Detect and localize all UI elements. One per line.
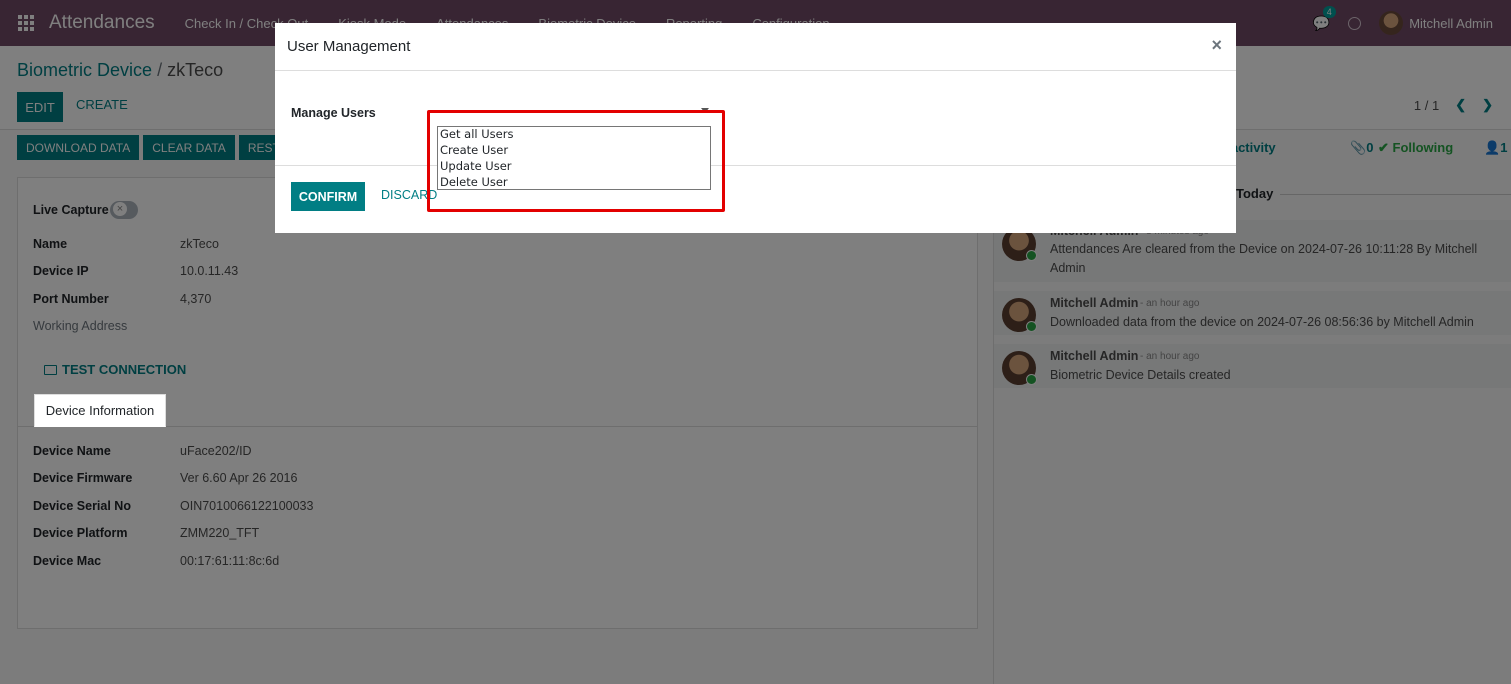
modal-header: User Management ×	[275, 23, 1236, 71]
manage-users-label: Manage Users	[291, 106, 376, 120]
highlight-annotation	[427, 110, 725, 212]
modal-footer-divider	[275, 165, 1236, 166]
modal-title: User Management	[287, 38, 411, 55]
tab-device-information[interactable]: Device Information	[34, 394, 166, 427]
close-icon[interactable]: ×	[1211, 35, 1222, 56]
confirm-button[interactable]: CONFIRM	[291, 182, 365, 211]
user-management-dialog: User Management × Manage Users CONFIRM D…	[275, 23, 1236, 233]
